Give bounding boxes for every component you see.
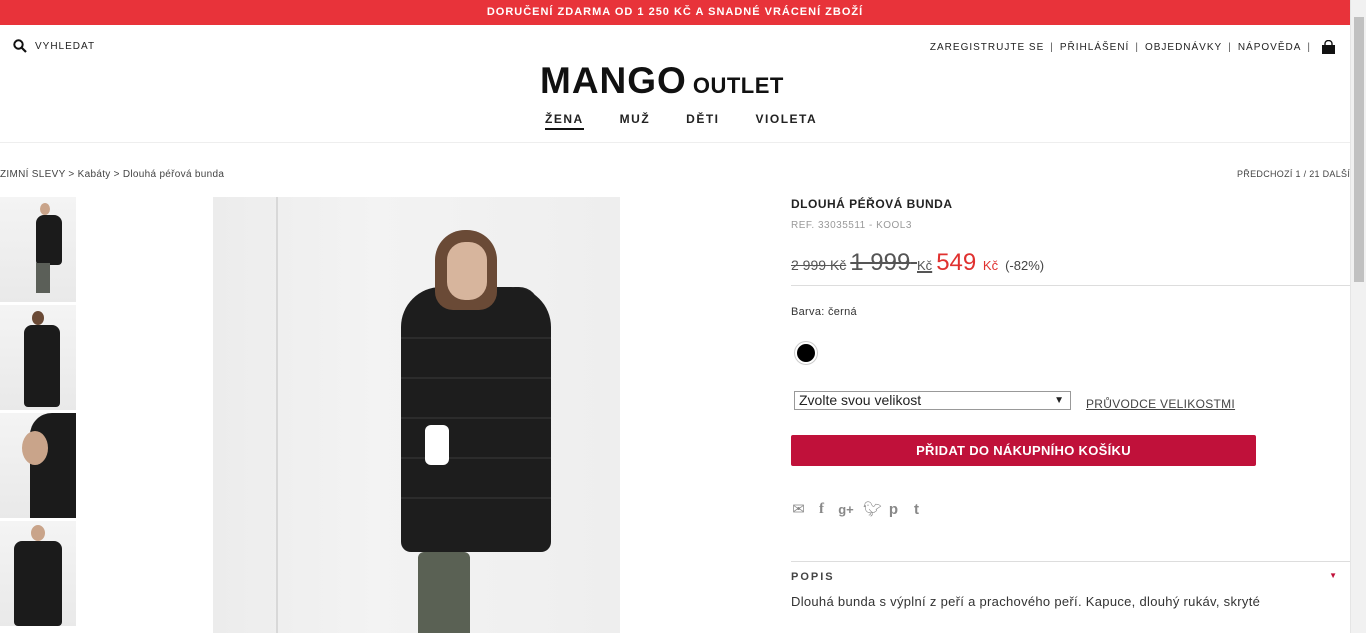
description-heading: POPIS [791, 571, 835, 583]
size-select[interactable]: Zvolte svou velikost ▼ [794, 390, 1071, 410]
login-link[interactable]: PŘIHLÁŠENÍ [1060, 42, 1129, 53]
search-icon [13, 39, 27, 53]
promo-banner: DORUČENÍ ZDARMA OD 1 250 KČ A SNADNÉ VRÁ… [0, 0, 1350, 25]
price-previous: 1 999 Kč [850, 249, 933, 276]
pinterest-icon[interactable]: p [886, 501, 901, 518]
product-main-image[interactable] [213, 197, 620, 633]
description-divider [791, 561, 1350, 562]
google-plus-icon[interactable]: g+ [837, 502, 855, 517]
tumblr-icon[interactable]: t [909, 501, 924, 518]
orders-link[interactable]: OBJEDNÁVKY [1145, 42, 1222, 53]
breadcrumb[interactable]: ZIMNÍ SLEVY > Kabáty > Dlouhá péřová bun… [0, 169, 224, 180]
help-link[interactable]: NÁPOVĚDA [1238, 42, 1302, 53]
price-current: 549 Kč [936, 249, 999, 276]
scrollbar[interactable] [1350, 0, 1366, 633]
add-to-cart-button[interactable]: PŘIDAT DO NÁKUPNÍHO KOŠÍKU [791, 435, 1256, 466]
product-title: DLOUHÁ PÉŘOVÁ BUNDA [791, 197, 953, 211]
price-block: 2 999 Kč 1 999 Kč 549 Kč (-82%) [791, 249, 1350, 277]
description-text: Dlouhá bunda s výplní z peří a prachovéh… [791, 594, 1261, 609]
nav-item-muz[interactable]: MUŽ [620, 112, 651, 130]
main-nav: ŽENA MUŽ DĚTI VIOLETA [545, 112, 817, 130]
facebook-icon[interactable]: f [814, 501, 829, 518]
thumbnail-1[interactable] [0, 197, 76, 302]
mail-icon[interactable]: ✉ [791, 500, 806, 518]
nav-item-deti[interactable]: DĚTI [686, 112, 719, 130]
color-label: Barva: černá [791, 306, 857, 318]
nav-item-violeta[interactable]: VIOLETA [756, 112, 818, 130]
color-swatch-black[interactable] [795, 342, 817, 364]
thumbnail-4[interactable] [0, 521, 76, 626]
dropdown-arrow-icon: ▼ [1054, 394, 1064, 406]
shopping-bag-icon[interactable] [1321, 40, 1336, 54]
product-details: DLOUHÁ PÉŘOVÁ BUNDA REF. 33035511 - KOOL… [791, 197, 1350, 611]
product-ref: REF. 33035511 - KOOL3 [791, 220, 912, 231]
search-button[interactable]: VYHLEDAT [13, 39, 95, 53]
discount-badge: (-82%) [1005, 258, 1045, 273]
share-bar: ✉ f g+ 🐦︎ p t [791, 500, 1350, 519]
caret-down-icon: ▼ [1329, 571, 1339, 580]
product-pager[interactable]: PŘEDCHOZÍ 1 / 21 DALŠÍ [1237, 169, 1350, 179]
search-label: VYHLEDAT [35, 40, 96, 52]
logo-main: MANGO [540, 60, 687, 101]
register-link[interactable]: ZAREGISTRUJTE SE [930, 42, 1044, 53]
twitter-icon[interactable]: 🐦︎ [863, 500, 882, 518]
nav-item-zena[interactable]: ŽENA [545, 112, 584, 130]
size-select-value: Zvolte svou velikost [799, 392, 922, 408]
header-divider [0, 142, 1350, 143]
account-links: ZAREGISTRUJTE SE | PŘIHLÁŠENÍ | OBJEDNÁVKY… [930, 40, 1336, 54]
logo-sub: OUTLET [692, 73, 784, 98]
thumbnail-3[interactable] [0, 413, 76, 518]
price-original: 2 999 Kč [791, 257, 847, 273]
thumbnail-2[interactable] [0, 305, 76, 410]
logo[interactable]: MANGO OUTLET [540, 60, 784, 101]
price-divider [791, 285, 1350, 286]
description-toggle[interactable]: POPIS ▼ [791, 571, 1339, 583]
size-guide-link[interactable]: PRŮVODCE VELIKOSTMI [1086, 397, 1235, 411]
thumbnail-list [0, 197, 76, 629]
scrollbar-thumb[interactable] [1354, 17, 1364, 282]
